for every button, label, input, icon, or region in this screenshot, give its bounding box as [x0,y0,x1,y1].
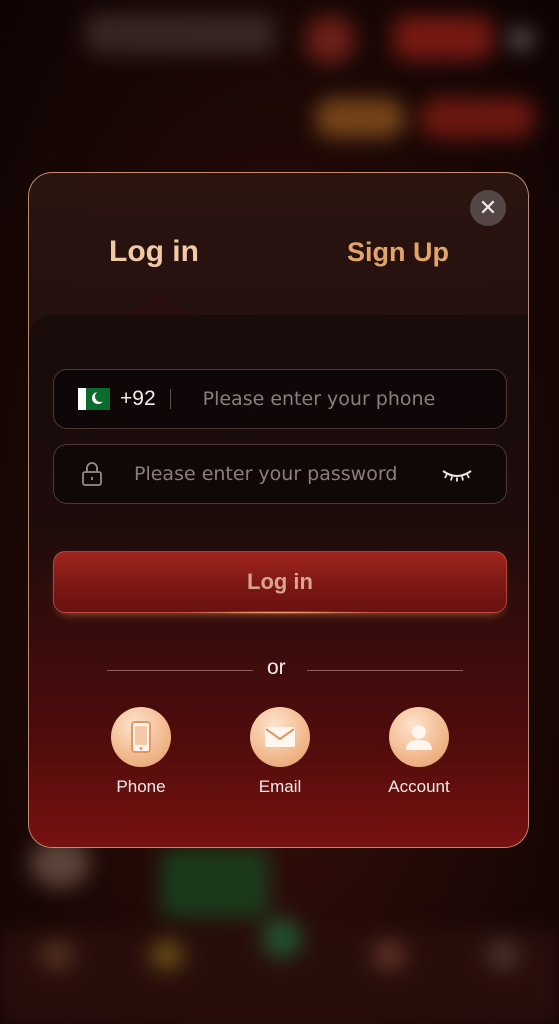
country-code[interactable]: +92 [120,387,156,411]
password-input[interactable] [132,462,436,486]
login-modal: ✕ Log in Sign Up +92 Log in [28,172,529,848]
account-label: Account [388,777,450,796]
user-icon [406,725,432,750]
or-text: or [267,656,286,679]
field-divider [169,389,171,409]
or-divider: or [29,656,528,686]
phone-input[interactable] [200,387,495,411]
phone-label: Phone [116,777,166,796]
login-with-phone-button[interactable]: Phone [91,707,191,797]
phone-field: +92 [53,369,507,429]
login-with-email-button[interactable]: Email [230,707,330,797]
tab-signup[interactable]: Sign Up [347,237,449,268]
active-tab-indicator [119,295,199,317]
login-with-account-button[interactable]: Account [369,707,469,797]
eye-closed-icon[interactable] [440,463,474,485]
close-icon: ✕ [478,195,498,221]
phone-icon [131,721,151,753]
close-button[interactable]: ✕ [470,190,506,226]
pakistan-flag-icon[interactable] [78,388,110,410]
email-label: Email [258,777,302,796]
login-submit-button[interactable]: Log in [53,551,507,614]
email-icon [265,727,295,747]
password-field [53,444,507,504]
tab-login[interactable]: Log in [109,235,199,269]
lock-icon [82,462,102,486]
